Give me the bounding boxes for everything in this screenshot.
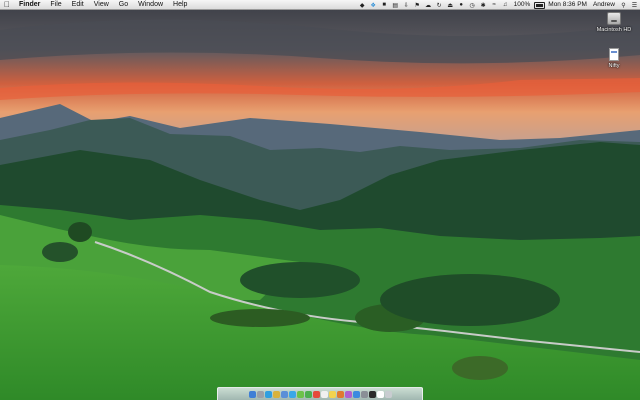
cloud-icon[interactable]: ☁ (424, 1, 433, 9)
record-icon[interactable]: ● (457, 1, 466, 9)
battery-percent[interactable]: 100% (511, 0, 534, 10)
desktop-icon-macintosh-hd[interactable]: Macintosh HD (590, 12, 638, 33)
notification-icon[interactable]: ☰ (630, 1, 639, 9)
volume-icon[interactable]: ♫ (501, 1, 510, 9)
dropbox-alt-icon[interactable]: ▤ (391, 1, 400, 9)
eject-icon[interactable]: ⏏ (446, 1, 455, 9)
menu-go[interactable]: Go (114, 0, 133, 10)
dock-app-reminders[interactable] (320, 390, 328, 398)
dock-app-notes[interactable] (328, 390, 336, 398)
clock[interactable]: Mon 8:36 PM (545, 0, 590, 10)
apple-icon[interactable]:  (0, 0, 14, 9)
hard-drive-icon (607, 12, 621, 25)
dropbox-icon[interactable]: ◆ (358, 1, 367, 9)
desktop-wallpaper (0, 0, 640, 400)
dock-app-messages[interactable] (296, 390, 304, 398)
desktop-icon-label: Macintosh HD (596, 27, 632, 33)
menu-window[interactable]: Window (133, 0, 168, 10)
dock-app-itunes[interactable] (344, 390, 352, 398)
dock-app-trash[interactable] (384, 390, 392, 398)
dock-app-safari[interactable] (264, 390, 272, 398)
document-icon (609, 48, 619, 61)
dock (217, 387, 423, 400)
evernote-icon[interactable]: ■ (380, 1, 389, 9)
menu-edit[interactable]: Edit (67, 0, 89, 10)
twitter-icon[interactable]: ❖ (369, 1, 378, 9)
dock-app-calendar[interactable] (312, 390, 320, 398)
dock-app-preferences[interactable] (360, 390, 368, 398)
desktop-icon-label: Nifty (608, 63, 620, 69)
spotlight-icon[interactable]: ⚲ (619, 1, 628, 9)
dock-app-photos[interactable] (336, 390, 344, 398)
dock-app-chrome[interactable] (272, 390, 280, 398)
bluetooth-icon[interactable]: ✱ (479, 1, 488, 9)
status-area: ◆ ❖ ■ ▤ ⇩ ⚑ ☁ ↻ ⏏ ● ◷ ✱ ≈ ♫ 100% Mon 8:3… (357, 0, 640, 10)
dock-app-twitter[interactable] (288, 390, 296, 398)
menu-app-name[interactable]: Finder (14, 0, 45, 10)
battery-icon[interactable] (534, 1, 546, 9)
dock-app-appstore[interactable] (352, 390, 360, 398)
desktop-icon-nifty[interactable]: Nifty (590, 48, 638, 69)
dock-app-finder[interactable] (248, 390, 256, 398)
download-icon[interactable]: ⇩ (402, 1, 411, 9)
dock-app-facetime[interactable] (304, 390, 312, 398)
dock-app-terminal[interactable] (368, 390, 376, 398)
dock-app-launchpad[interactable] (256, 390, 264, 398)
menu-file[interactable]: File (45, 0, 66, 10)
sync-icon[interactable]: ↻ (435, 1, 444, 9)
dock-app-mail[interactable] (280, 390, 288, 398)
dock-app-textedit[interactable] (376, 390, 384, 398)
menu-view[interactable]: View (89, 0, 114, 10)
wifi-icon[interactable]: ≈ (490, 1, 499, 9)
timemachine-icon[interactable]: ◷ (468, 1, 477, 9)
menu-help[interactable]: Help (168, 0, 192, 10)
user-menu[interactable]: Andrew (590, 0, 618, 10)
flag-icon[interactable]: ⚑ (413, 1, 422, 9)
menu-bar:  Finder File Edit View Go Window Help ◆… (0, 0, 640, 10)
